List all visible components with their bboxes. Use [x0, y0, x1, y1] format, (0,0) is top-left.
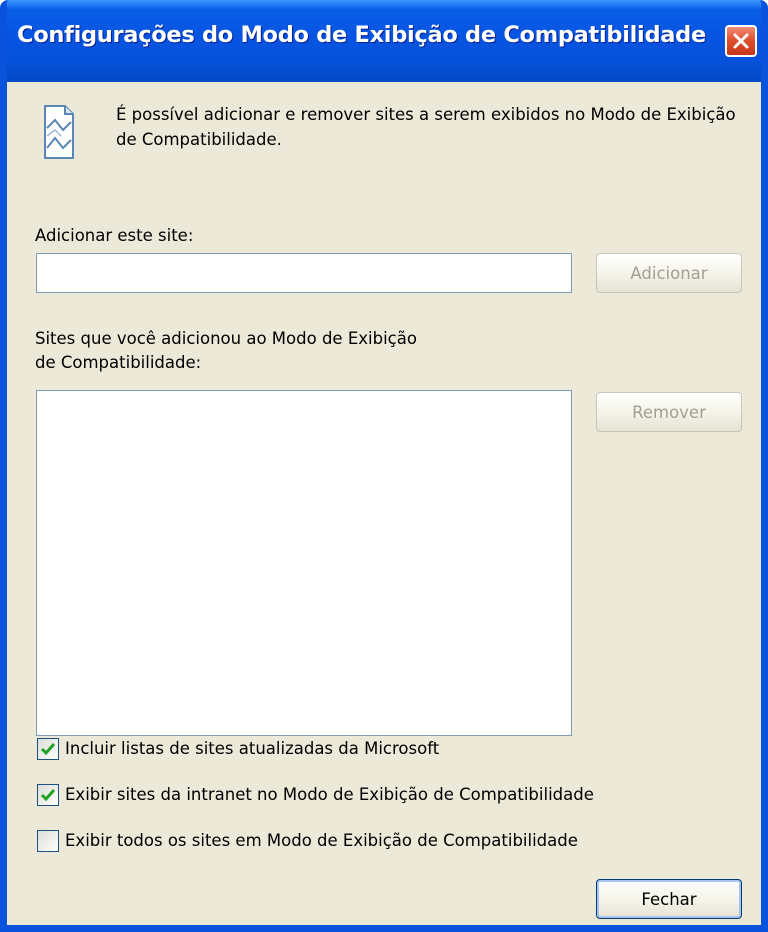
title-bar[interactable]: Configurações do Modo de Exibição de Com… — [7, 0, 761, 82]
close-icon — [733, 33, 749, 49]
checkmark-icon — [40, 743, 56, 756]
close-button[interactable]: Fechar — [596, 879, 742, 919]
all-sites-checkbox[interactable] — [37, 830, 59, 852]
checkmark-icon — [40, 789, 56, 802]
globe-page-icon — [44, 105, 74, 159]
include-microsoft-lists-checkbox[interactable] — [37, 738, 59, 760]
close-window-button[interactable] — [725, 25, 757, 57]
window-title: Configurações do Modo de Exibição de Com… — [17, 22, 706, 48]
intranet-sites-label: Exibir sites da intranet no Modo de Exib… — [65, 785, 594, 804]
all-sites-label: Exibir todos os sites em Modo de Exibiçã… — [65, 831, 578, 850]
add-site-input[interactable] — [36, 253, 572, 293]
include-microsoft-lists-label: Incluir listas de sites atualizadas da M… — [65, 739, 440, 758]
remove-button[interactable]: Remover — [596, 392, 742, 432]
add-button[interactable]: Adicionar — [596, 253, 742, 293]
added-sites-label: Sites que você adicionou ao Modo de Exib… — [35, 329, 417, 372]
added-sites-list[interactable] — [36, 390, 572, 736]
info-description: É possível adicionar e remover sites a s… — [116, 105, 736, 149]
add-site-label: Adicionar este site: — [35, 226, 194, 245]
intranet-sites-checkbox[interactable] — [37, 784, 59, 806]
